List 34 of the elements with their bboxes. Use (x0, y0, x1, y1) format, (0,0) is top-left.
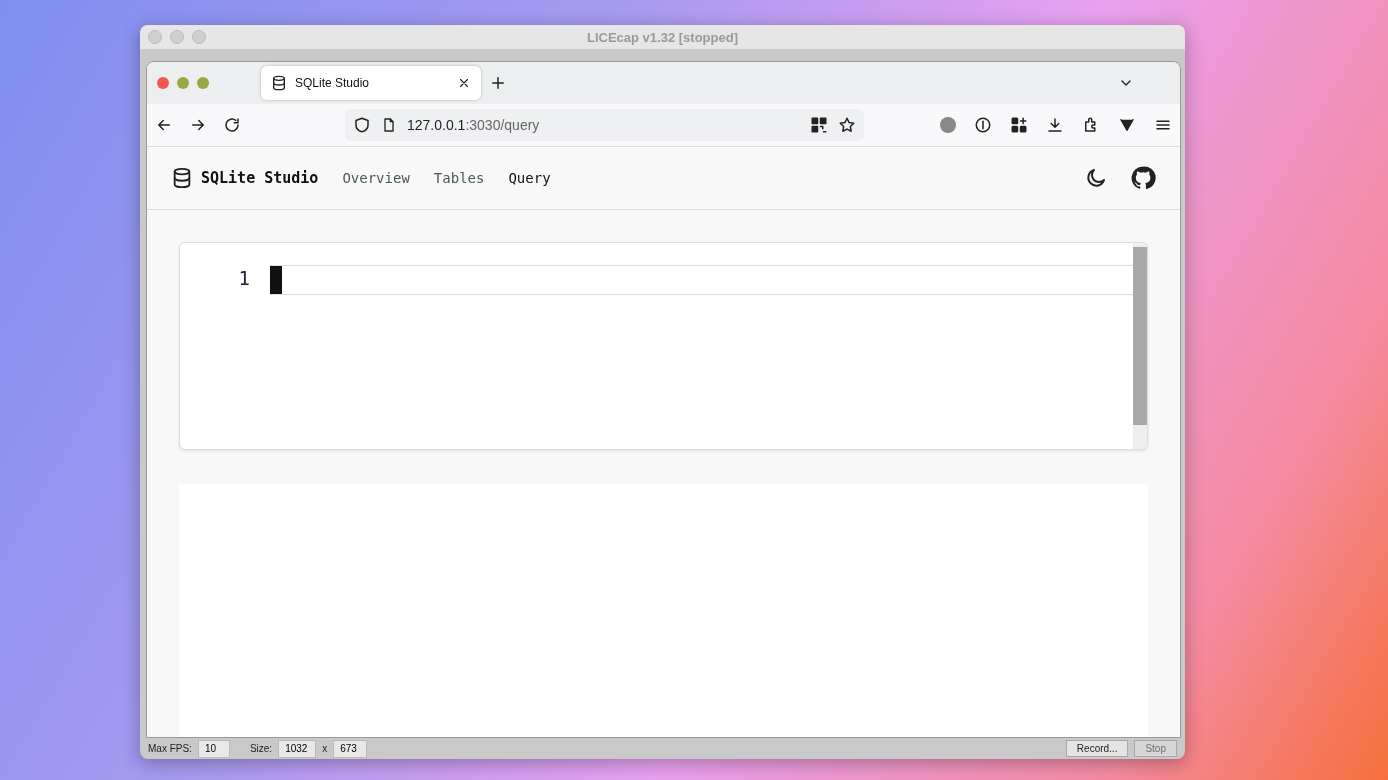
fps-field[interactable]: 10 (197, 739, 230, 758)
nav-link[interactable]: Tables (433, 170, 485, 186)
download-icon[interactable] (1046, 116, 1064, 134)
size-label: Size: (249, 743, 273, 754)
new-tab-icon[interactable] (489, 74, 507, 92)
database-icon (271, 75, 287, 91)
close-icon[interactable] (457, 76, 471, 90)
github-icon[interactable] (1130, 165, 1156, 191)
star-icon[interactable] (838, 116, 856, 134)
reload-icon[interactable] (223, 116, 241, 134)
url-text: 127.0.0.1:3030/query (407, 117, 540, 133)
line-number: 1 (237, 267, 250, 289)
moon-icon[interactable] (1084, 166, 1108, 190)
nav-link[interactable]: Overview (342, 170, 410, 186)
window-title: LICEcap v1.32 [stopped] (587, 29, 738, 45)
browser-tab[interactable]: SQLite Studio (261, 66, 481, 100)
apps-icon[interactable] (1010, 116, 1028, 134)
times-label: x (322, 743, 328, 754)
shield-icon (353, 116, 371, 134)
app-brand[interactable]: SQLite Studio (201, 169, 319, 187)
close-control[interactable] (157, 77, 169, 89)
nav-link[interactable]: Query (508, 170, 551, 186)
fps-label: Max FPS: (148, 743, 192, 754)
width-field[interactable]: 1032 (278, 739, 317, 758)
height-field[interactable]: 673 (333, 739, 368, 758)
address-bar[interactable]: 127.0.0.1:3030/query (345, 109, 864, 141)
database-icon (171, 167, 193, 189)
scrollbar-thumb[interactable] (1133, 247, 1147, 425)
text-cursor (270, 266, 282, 294)
qr-code-icon[interactable] (810, 116, 828, 134)
page-icon (381, 117, 397, 133)
profile-avatar[interactable] (940, 117, 956, 133)
record-button[interactable]: Record... (1065, 740, 1129, 757)
sql-editor[interactable]: 1 (179, 242, 1148, 450)
